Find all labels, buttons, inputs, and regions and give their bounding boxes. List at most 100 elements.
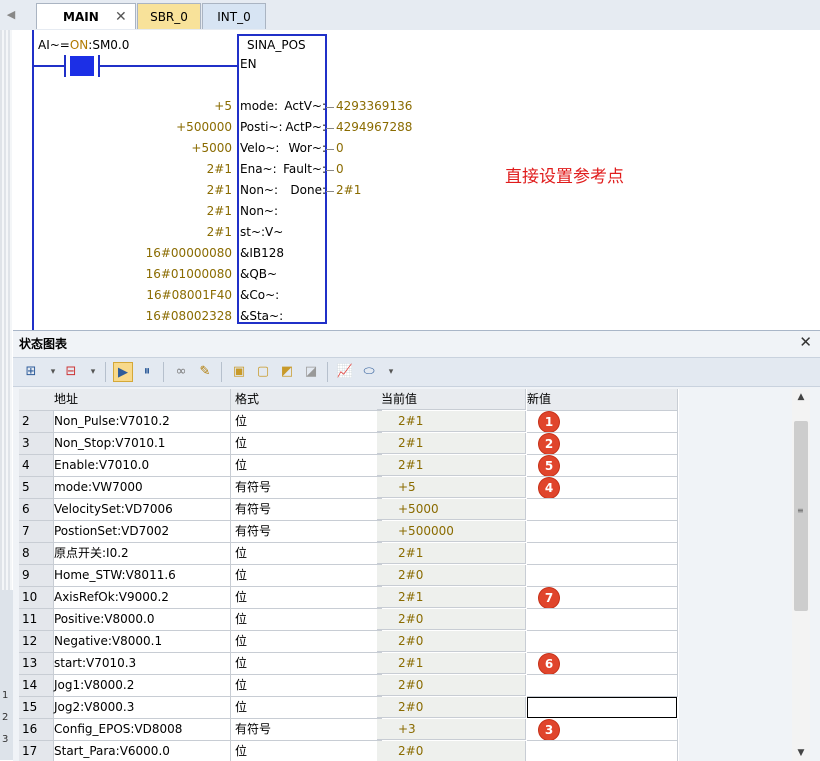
format-cell[interactable]: 位 — [231, 631, 382, 653]
normally-open-contact[interactable] — [64, 55, 100, 77]
unlock-icon[interactable]: ▢ — [253, 362, 273, 382]
tab-scroll-left-icon[interactable]: ◀ — [2, 4, 20, 26]
new-value-cell[interactable] — [527, 565, 678, 587]
format-cell[interactable]: 位 — [231, 653, 382, 675]
format-cell[interactable]: 位 — [231, 433, 382, 455]
block-input-pin: &Co~: — [240, 288, 280, 302]
force-icon[interactable]: ◩ — [277, 362, 297, 382]
header-new[interactable]: 新值 — [527, 389, 678, 411]
output-value: 4293369136 — [336, 99, 413, 113]
address-cell[interactable]: Enable:V7010.0 — [51, 455, 231, 477]
format-cell[interactable]: 位 — [231, 609, 382, 631]
scroll-thumb[interactable]: ≡ — [794, 421, 808, 611]
table-row[interactable]: 12 Negative:V8000.1 位 2#0 — [19, 631, 679, 653]
table-row[interactable]: 10 AxisRefOk:V9000.2 位 2#1 7 — [19, 587, 679, 609]
new-value-cell[interactable] — [527, 499, 678, 521]
trend-icon[interactable]: 📈 — [335, 362, 355, 382]
tag-dropdown-icon[interactable]: ▾ — [381, 362, 401, 382]
tag-icon[interactable]: ⬭ — [359, 362, 379, 382]
table-row[interactable]: 4 Enable:V7010.0 位 2#1 5 — [19, 455, 679, 477]
format-cell[interactable]: 位 — [231, 697, 382, 719]
tab-int-0[interactable]: INT_0 — [202, 3, 266, 29]
new-value-cell[interactable]: 7 — [527, 587, 678, 609]
glasses-icon[interactable]: ∞ — [171, 362, 191, 382]
address-cell[interactable]: Negative:V8000.1 — [51, 631, 231, 653]
table-row[interactable]: 14 Jog1:V8000.2 位 2#0 — [19, 675, 679, 697]
address-cell[interactable]: Positive:V8000.0 — [51, 609, 231, 631]
address-cell[interactable]: Jog2:V8000.3 — [51, 697, 231, 719]
unforce-icon[interactable]: ◪ — [301, 362, 321, 382]
format-cell[interactable]: 有符号 — [231, 477, 382, 499]
add-row-icon[interactable]: ⊞ — [21, 362, 41, 382]
new-value-cell[interactable] — [527, 521, 678, 543]
address-cell[interactable]: Start_Para:V6000.0 — [51, 741, 231, 761]
new-value-cell[interactable] — [527, 609, 678, 631]
header-format[interactable]: 格式 — [231, 389, 382, 411]
address-cell[interactable]: VelocitySet:VD7006 — [51, 499, 231, 521]
header-current[interactable]: 当前值 — [377, 389, 526, 410]
format-cell[interactable]: 有符号 — [231, 521, 382, 543]
tab-sbr-0[interactable]: SBR_0 — [137, 3, 201, 29]
new-value-cell[interactable]: 1 — [527, 411, 678, 433]
header-address[interactable]: 地址 — [51, 389, 231, 411]
address-cell[interactable]: Non_Pulse:V7010.2 — [51, 411, 231, 433]
table-row[interactable]: 7 PostionSet:VD7002 有符号 +500000 — [19, 521, 679, 543]
format-cell[interactable]: 位 — [231, 587, 382, 609]
table-row[interactable]: 17 Start_Para:V6000.0 位 2#0 — [19, 741, 679, 761]
tab-main[interactable]: MAIN ✕ — [36, 3, 136, 29]
row-index: 10 — [19, 587, 54, 609]
table-row[interactable]: 2 Non_Pulse:V7010.2 位 2#1 1 — [19, 411, 679, 433]
monitor-icon[interactable]: ▶ — [113, 362, 133, 382]
table-row[interactable]: 15 Jog2:V8000.3 位 2#0 — [19, 697, 679, 719]
new-value-cell[interactable] — [527, 741, 678, 761]
table-row[interactable]: 6 VelocitySet:VD7006 有符号 +5000 — [19, 499, 679, 521]
close-icon[interactable]: ✕ — [799, 333, 812, 351]
new-value-cell[interactable]: 4 — [527, 477, 678, 499]
table-row[interactable]: 5 mode:VW7000 有符号 +5 4 — [19, 477, 679, 499]
format-cell[interactable]: 位 — [231, 543, 382, 565]
new-value-cell[interactable] — [527, 675, 678, 697]
table-row[interactable]: 8 原点开关:I0.2 位 2#1 — [19, 543, 679, 565]
format-cell[interactable]: 位 — [231, 565, 382, 587]
address-cell[interactable]: mode:VW7000 — [51, 477, 231, 499]
pencil-icon[interactable]: ✎ — [195, 362, 215, 382]
address-cell[interactable]: 原点开关:I0.2 — [51, 543, 231, 565]
table-row[interactable]: 13 start:V7010.3 位 2#1 6 — [19, 653, 679, 675]
table-row[interactable]: 11 Positive:V8000.0 位 2#0 — [19, 609, 679, 631]
table-row[interactable]: 3 Non_Stop:V7010.1 位 2#1 2 — [19, 433, 679, 455]
table-row[interactable]: 16 Config_EPOS:VD8008 有符号 +3 3 — [19, 719, 679, 741]
row-index: 2 — [19, 411, 54, 433]
table-row[interactable]: 9 Home_STW:V8011.6 位 2#0 — [19, 565, 679, 587]
format-cell[interactable]: 有符号 — [231, 499, 382, 521]
format-cell[interactable]: 位 — [231, 411, 382, 433]
pause-icon[interactable]: ⏸ — [137, 362, 157, 382]
new-value-cell[interactable]: 2 — [527, 433, 678, 455]
format-cell[interactable]: 有符号 — [231, 719, 382, 741]
block-input-pin: Non~: — [240, 204, 279, 218]
address-cell[interactable]: AxisRefOk:V9000.2 — [51, 587, 231, 609]
vertical-scrollbar[interactable]: ▲ ≡ ▼ — [792, 389, 810, 761]
address-cell[interactable]: PostionSet:VD7002 — [51, 521, 231, 543]
new-value-cell[interactable] — [527, 631, 678, 653]
add-row-dropdown-icon[interactable]: ▾ — [43, 362, 63, 382]
new-value-cell[interactable]: 3 — [527, 719, 678, 741]
new-value-cell[interactable] — [527, 697, 677, 718]
scroll-down-icon[interactable]: ▼ — [792, 745, 810, 761]
format-cell[interactable]: 位 — [231, 675, 382, 697]
new-value-cell[interactable]: 6 — [527, 653, 678, 675]
tab-close-icon[interactable]: ✕ — [115, 4, 127, 30]
address-cell[interactable]: Home_STW:V8011.6 — [51, 565, 231, 587]
scroll-up-icon[interactable]: ▲ — [792, 389, 810, 405]
delete-row-icon[interactable]: ⊟ — [61, 362, 81, 382]
format-cell[interactable]: 位 — [231, 741, 382, 761]
address-cell[interactable]: Non_Stop:V7010.1 — [51, 433, 231, 455]
address-cell[interactable]: start:V7010.3 — [51, 653, 231, 675]
ladder-editor[interactable]: AI~=ON:SM0.0 SINA_POS EN mode: Posti~: V… — [0, 30, 820, 760]
new-value-cell[interactable]: 5 — [527, 455, 678, 477]
delete-row-dropdown-icon[interactable]: ▾ — [83, 362, 103, 382]
lock-icon[interactable]: ▣ — [229, 362, 249, 382]
format-cell[interactable]: 位 — [231, 455, 382, 477]
address-cell[interactable]: Config_EPOS:VD8008 — [51, 719, 231, 741]
new-value-cell[interactable] — [527, 543, 678, 565]
address-cell[interactable]: Jog1:V8000.2 — [51, 675, 231, 697]
